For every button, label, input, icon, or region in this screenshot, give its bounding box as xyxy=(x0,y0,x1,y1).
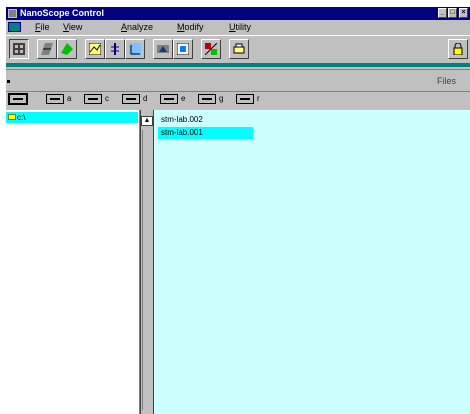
grid-image-icon xyxy=(13,43,25,55)
drive-bar: a c d e g r xyxy=(6,92,470,109)
compare-button[interactable] xyxy=(201,39,221,59)
drive-label: c xyxy=(105,94,109,103)
drive-label: e xyxy=(181,94,186,103)
close-button[interactable]: × xyxy=(459,8,468,18)
nanoscope-window: NanoScope Control _ □ × File View Analyz… xyxy=(6,7,470,414)
lock-icon xyxy=(453,43,463,55)
zoom-icon xyxy=(157,45,169,53)
file-list[interactable]: stm-lab.002 stm-lab.001 xyxy=(154,110,470,414)
surface-plot-button[interactable] xyxy=(37,39,57,59)
network-drive-icon xyxy=(198,94,216,104)
section-button[interactable] xyxy=(85,39,105,59)
lock-button[interactable] xyxy=(448,39,468,59)
histogram-button[interactable] xyxy=(125,39,145,59)
file-item[interactable]: stm-lab.002 xyxy=(158,114,253,126)
compare-icon xyxy=(205,43,217,55)
files-header: Files xyxy=(6,69,470,92)
menu-view-label: iew xyxy=(68,22,83,32)
scrollbar-track[interactable] xyxy=(142,130,152,410)
zoom-button[interactable] xyxy=(153,39,173,59)
directory-tree[interactable]: c:\ xyxy=(6,110,140,414)
tree-item-root[interactable]: c:\ xyxy=(6,112,138,123)
menu-view[interactable]: View xyxy=(63,21,82,33)
pin-marker xyxy=(7,80,10,83)
minimize-button[interactable]: _ xyxy=(438,8,447,18)
drive-label: r xyxy=(257,94,260,103)
menu-file-label: ile xyxy=(40,22,50,32)
accent-divider xyxy=(6,63,470,67)
grid-image-button[interactable] xyxy=(9,39,29,59)
open-folder-icon xyxy=(8,114,16,120)
drive-label: d xyxy=(143,94,148,103)
menu-modify-accel: M xyxy=(177,22,185,32)
tree-item-label: c:\ xyxy=(17,113,26,122)
plane-fit-button[interactable] xyxy=(57,39,77,59)
app-icon[interactable] xyxy=(8,9,17,18)
files-label: Files xyxy=(436,76,456,86)
menu-utility-label: tility xyxy=(235,22,252,32)
floppy-drive-icon xyxy=(46,94,64,104)
menu-analyze[interactable]: Analyze xyxy=(121,21,153,33)
3d-view-button[interactable] xyxy=(173,39,193,59)
menu-bar: File View Analyze Modify Utility xyxy=(6,20,470,34)
title-bar[interactable]: NanoScope Control _ □ × xyxy=(6,7,470,20)
scroll-up-arrow-icon[interactable]: ▲ xyxy=(141,116,153,126)
hard-drive-icon xyxy=(160,94,178,104)
pane-splitter[interactable]: ▲ xyxy=(140,110,154,414)
section-icon xyxy=(89,43,101,55)
window-title: NanoScope Control xyxy=(20,8,105,18)
drive-label: g xyxy=(219,94,224,103)
cdrom-drive-icon xyxy=(236,94,254,104)
print-button[interactable] xyxy=(229,39,249,59)
hard-drive-icon xyxy=(84,94,102,104)
menu-analyze-label: nalyze xyxy=(127,22,154,32)
3d-view-icon xyxy=(177,43,189,55)
print-icon xyxy=(233,43,245,54)
toolbar xyxy=(6,35,470,65)
system-menu-icon[interactable] xyxy=(8,22,21,32)
hard-drive-icon xyxy=(122,94,140,104)
menu-file[interactable]: File xyxy=(35,21,50,33)
drive-label: a xyxy=(67,94,72,103)
maximize-button[interactable]: □ xyxy=(448,8,457,18)
menu-utility[interactable]: Utility xyxy=(229,21,251,33)
step-button[interactable] xyxy=(105,39,125,59)
surface-plot-icon xyxy=(41,43,53,55)
menu-modify-label: odify xyxy=(184,22,204,32)
plane-fit-icon xyxy=(61,43,73,55)
histogram-icon xyxy=(129,43,141,55)
menu-modify[interactable]: Modify xyxy=(177,21,204,33)
drive-icon xyxy=(8,93,28,105)
file-item-selected[interactable]: stm-lab.001 xyxy=(158,127,253,139)
step-icon xyxy=(111,43,119,55)
